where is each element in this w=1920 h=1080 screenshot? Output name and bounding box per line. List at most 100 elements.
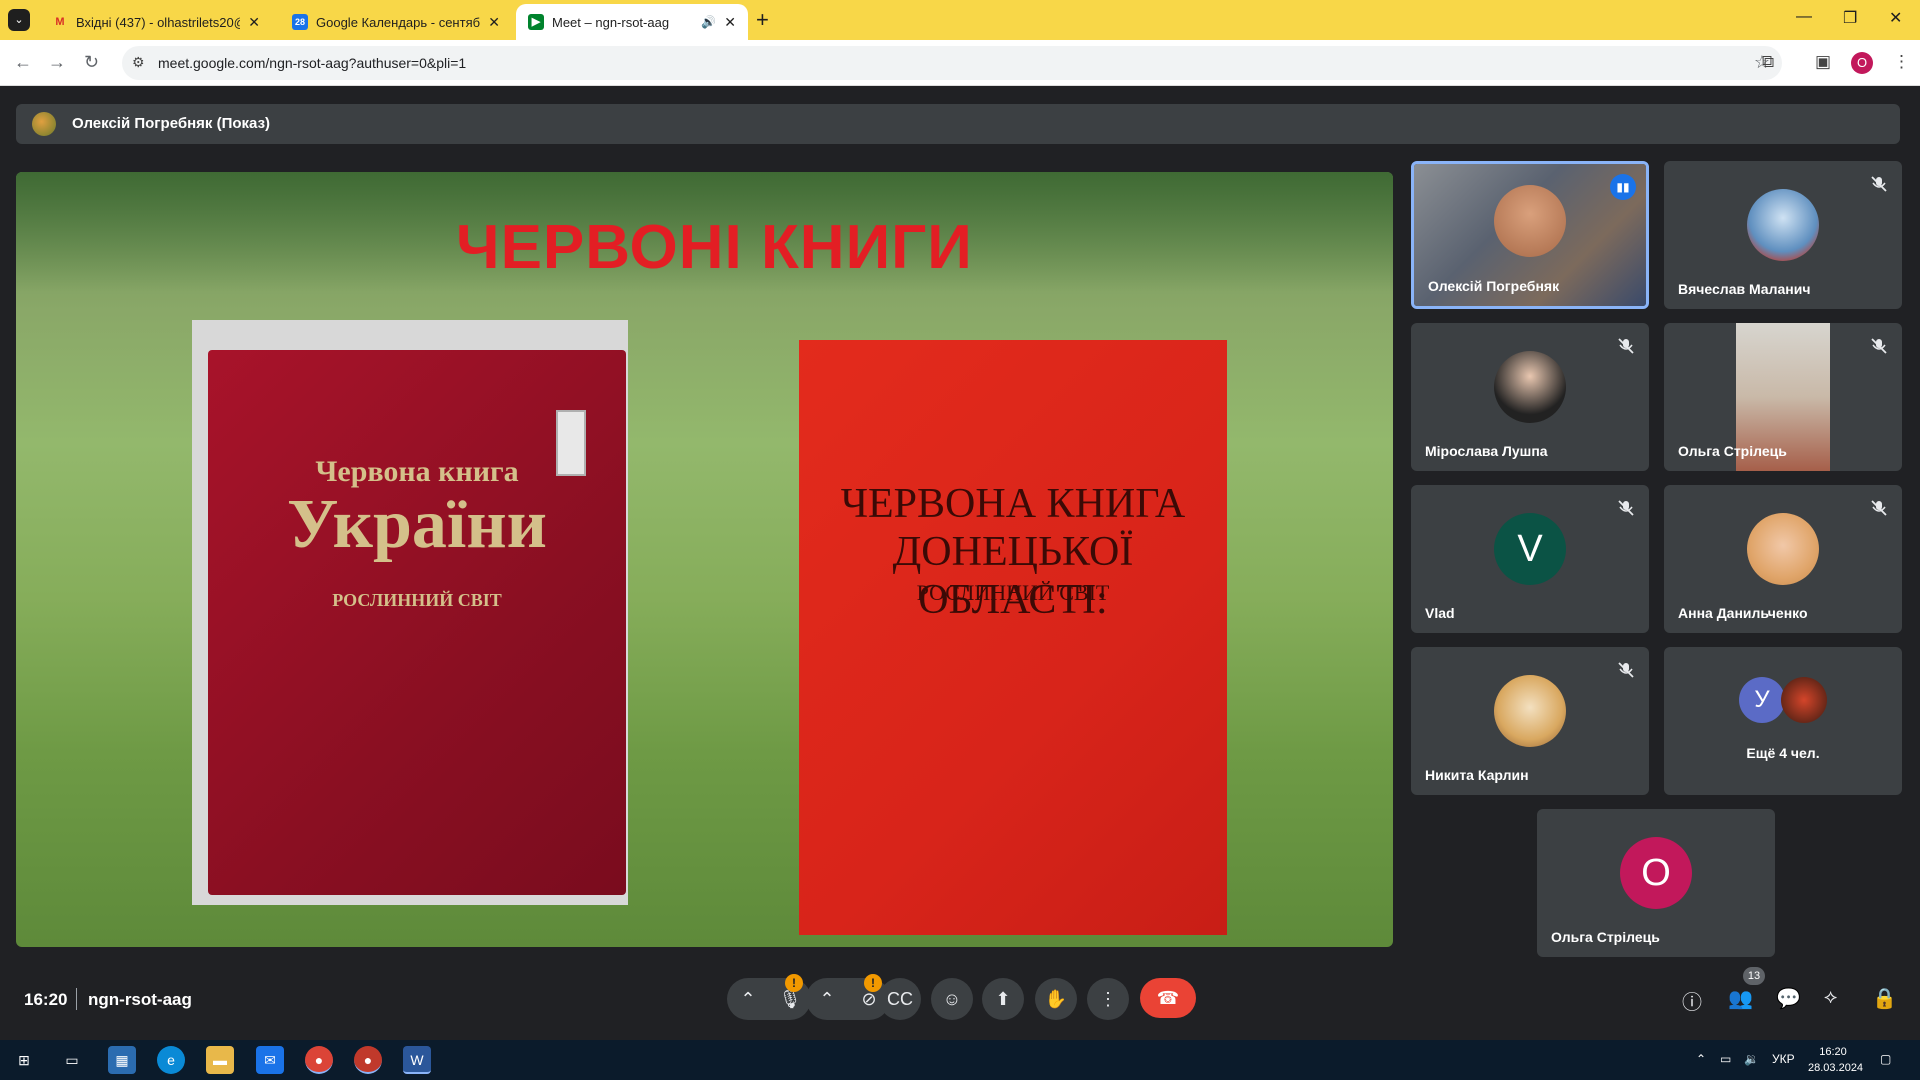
- book-subtitle: РОСЛИННИЙ СВІТ: [332, 590, 502, 610]
- close-tab-icon[interactable]: ✕: [724, 14, 736, 31]
- participant-tile[interactable]: Мірослава Лушпа: [1411, 323, 1649, 471]
- participant-tile[interactable]: ▮▮ Олексій Погребняк: [1411, 161, 1649, 309]
- os-taskbar: ⊞ ▭ ▦ e ▬ ✉ ● ● W ⌃ ▭ 🔉 УКР 16:20 28.03.…: [0, 1040, 1920, 1080]
- volume-icon[interactable]: 🔉: [1744, 1052, 1759, 1066]
- face: [1494, 185, 1566, 257]
- captions-icon[interactable]: CC: [879, 978, 921, 1020]
- participant-tile[interactable]: Вячеслав Маланич: [1664, 161, 1902, 309]
- present-screen-icon[interactable]: ⬆: [982, 978, 1024, 1020]
- minimize-icon[interactable]: —: [1796, 8, 1812, 26]
- tab-meet[interactable]: ▶ Meet – ngn-rsot-aag 🔊 ✕: [516, 4, 748, 40]
- tab-calendar[interactable]: 28 Google Календарь - сентябрь ✕: [280, 4, 512, 40]
- host-controls-icon[interactable]: 🔒: [1872, 986, 1897, 1011]
- close-tab-icon[interactable]: ✕: [488, 14, 500, 31]
- presenter-avatar: [32, 112, 56, 136]
- more-participants-label: Ещё 4 чел.: [1746, 745, 1820, 761]
- file-explorer-icon[interactable]: ▬: [206, 1046, 234, 1074]
- book-title-line: Червона книга: [315, 455, 519, 488]
- raise-hand-icon[interactable]: ✋: [1035, 978, 1077, 1020]
- self-tile[interactable]: О Ольга Стрілець: [1537, 809, 1775, 957]
- leave-call-button[interactable]: ☎: [1140, 978, 1196, 1018]
- clock-time: 16:20: [1819, 1046, 1847, 1058]
- tab-search-icon[interactable]: ⌄: [8, 9, 30, 31]
- side-panel-icon[interactable]: ▣: [1815, 52, 1831, 72]
- chevron-up-icon[interactable]: ⌃: [727, 978, 769, 1020]
- speaking-indicator-icon: ▮▮: [1610, 174, 1636, 200]
- new-tab-button[interactable]: +: [756, 8, 769, 32]
- gmail-icon: M: [55, 16, 65, 28]
- reload-icon[interactable]: ↻: [84, 52, 99, 73]
- mic-off-icon: [1871, 500, 1887, 516]
- mic-off-icon: [1871, 338, 1887, 354]
- site-info-icon[interactable]: ⚙: [132, 54, 145, 71]
- warning-badge: !: [864, 974, 882, 992]
- back-icon[interactable]: ←: [14, 52, 32, 73]
- more-options-icon[interactable]: ⋮: [1087, 978, 1129, 1020]
- book-cover: Червона книга України РОСЛИННИЙ СВІТ: [208, 350, 626, 895]
- chrome-icon[interactable]: ●: [305, 1046, 333, 1074]
- tab-gmail[interactable]: M Вхідні (437) - olhastrilets20@gmail.co…: [40, 4, 272, 40]
- url-text[interactable]: meet.google.com/ngn-rsot-aag?authuser=0&…: [158, 55, 466, 71]
- participant-tile[interactable]: V Vlad: [1411, 485, 1649, 633]
- mail-icon[interactable]: ✉: [256, 1046, 284, 1074]
- activities-icon[interactable]: ⟡: [1824, 986, 1837, 1009]
- restore-icon[interactable]: ❐: [1843, 8, 1857, 28]
- browser-toolbar: ← → ↻ ⚙ meet.google.com/ngn-rsot-aag?aut…: [0, 40, 1920, 86]
- slide-title: ЧЕРВОНІ КНИГИ: [456, 213, 973, 282]
- participant-tile[interactable]: Анна Данильченко: [1664, 485, 1902, 633]
- mic-off-icon: [1618, 500, 1634, 516]
- book-red-book-ukraine: Червона книга України РОСЛИННИЙ СВІТ: [192, 320, 628, 905]
- chevron-up-icon[interactable]: ⌃: [806, 978, 848, 1020]
- task-view-icon[interactable]: ▭: [58, 1046, 86, 1074]
- chat-icon[interactable]: 💬: [1776, 986, 1801, 1011]
- address-bar[interactable]: ⚙ meet.google.com/ngn-rsot-aag?authuser=…: [122, 46, 1782, 80]
- participant-tile[interactable]: Ольга Стрілець: [1664, 323, 1902, 471]
- tray-chevron-icon[interactable]: ⌃: [1696, 1052, 1706, 1066]
- close-tab-icon[interactable]: ✕: [248, 14, 260, 31]
- warning-badge: !: [785, 974, 803, 992]
- mic-off-icon: [1871, 176, 1887, 192]
- profile-avatar[interactable]: O: [1851, 52, 1873, 74]
- meeting-time: 16:20: [24, 990, 68, 1009]
- language-indicator[interactable]: УКР: [1772, 1052, 1795, 1066]
- participant-name: Мірослава Лушпа: [1425, 443, 1548, 459]
- participant-name: Vlad: [1425, 605, 1455, 621]
- participant-name: Никита Карлин: [1425, 767, 1529, 783]
- tab-title: Meet – ngn-rsot-aag: [552, 14, 670, 30]
- book-title-line: ЧЕРВОНА КНИГА: [840, 481, 1186, 527]
- notifications-icon[interactable]: ▢: [1880, 1052, 1891, 1066]
- clock-date: 28.03.2024: [1808, 1062, 1864, 1074]
- word-icon[interactable]: W: [403, 1046, 431, 1074]
- book-red-book-donetsk: ЧЕРВОНА КНИГА ДОНЕЦЬКОЇ ОБЛАСТІ: РОСЛИНН…: [799, 340, 1227, 935]
- participant-avatar: [1747, 513, 1819, 585]
- browser-menu-icon[interactable]: ⋮: [1893, 52, 1910, 72]
- participant-tile[interactable]: Никита Карлин: [1411, 647, 1649, 795]
- meeting-code: ngn-rsot-aag: [88, 990, 192, 1009]
- info-icon[interactable]: ⓘ: [1682, 986, 1702, 1015]
- participant-initial-avatar: О: [1620, 837, 1692, 909]
- participant-avatar: [1494, 351, 1566, 423]
- extensions-icon[interactable]: ⧉: [1762, 52, 1774, 72]
- camera-control[interactable]: ⌃ ⊘ !: [806, 974, 890, 1020]
- calendar-icon: 28: [292, 14, 308, 30]
- tab-title: Вхідні (437) - olhastrilets20@gmail.com: [76, 14, 240, 30]
- mic-control[interactable]: ⌃ 🎙 !: [727, 974, 811, 1020]
- mic-off-icon: [1618, 338, 1634, 354]
- more-participants-tile[interactable]: У Ещё 4 чел.: [1664, 647, 1902, 795]
- forward-icon[interactable]: →: [48, 52, 66, 73]
- chrome-profile-icon[interactable]: ●: [354, 1046, 382, 1074]
- network-icon[interactable]: ▭: [1720, 1052, 1731, 1066]
- close-window-icon[interactable]: ✕: [1889, 8, 1902, 28]
- presenter-bar: Олексій Погребняк (Показ): [16, 104, 1900, 144]
- speaker-icon[interactable]: 🔊: [701, 15, 716, 29]
- emoji-icon[interactable]: ☺: [931, 978, 973, 1020]
- shared-screen[interactable]: ЧЕРВОНІ КНИГИ Червона книга України РОСЛ…: [16, 172, 1393, 947]
- windows-start-icon[interactable]: ⊞: [10, 1046, 38, 1074]
- people-icon[interactable]: 👥: [1728, 986, 1753, 1011]
- edge-icon[interactable]: e: [157, 1046, 185, 1074]
- participant-name: Ольга Стрілець: [1551, 929, 1660, 945]
- mic-off-icon: [1618, 662, 1634, 678]
- system-clock[interactable]: 16:20 28.03.2024: [1808, 1044, 1864, 1076]
- store-icon[interactable]: ▦: [108, 1046, 136, 1074]
- participant-name: Вячеслав Маланич: [1678, 281, 1811, 297]
